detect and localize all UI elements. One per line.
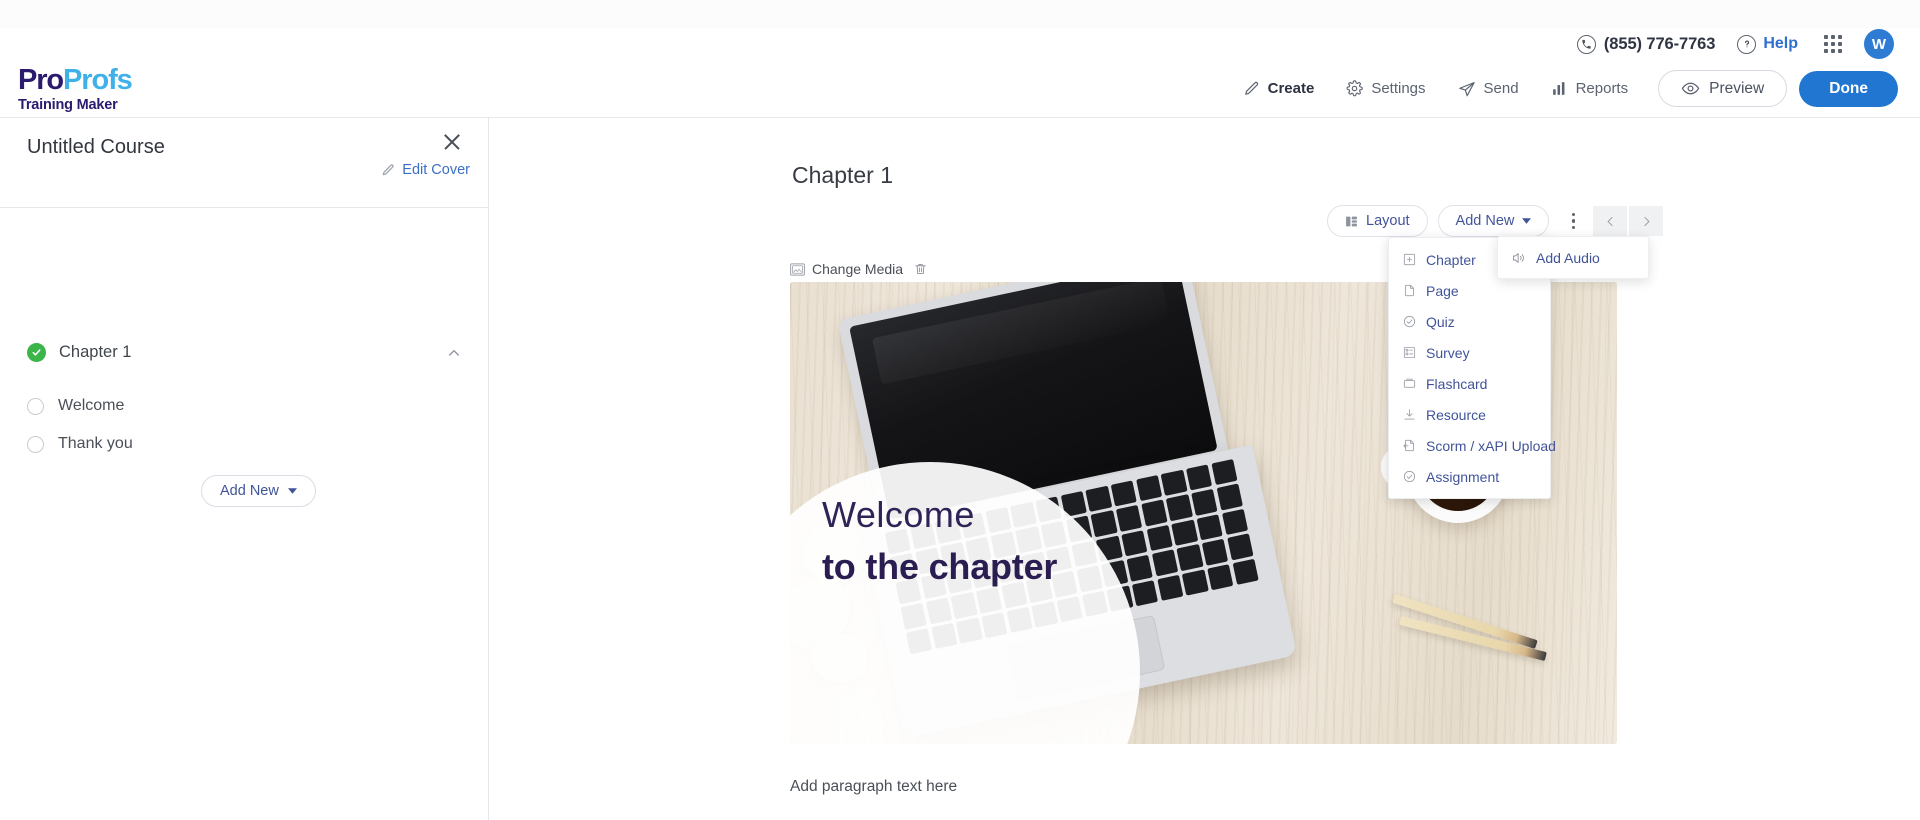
paper-plane-icon	[1458, 80, 1476, 98]
sidebar-item-chapter-1[interactable]: Chapter 1	[0, 343, 489, 362]
cover-headline-line2: to the chapter	[822, 546, 1058, 587]
edit-cover-label: Edit Cover	[402, 162, 470, 178]
pencil-icon	[381, 163, 395, 177]
caret-down-icon	[287, 488, 297, 494]
layout-label: Layout	[1366, 213, 1410, 229]
add-audio-submenu[interactable]: Add Audio	[1497, 236, 1649, 279]
bar-chart-icon	[1551, 80, 1568, 97]
menu-label: Assignment	[1426, 468, 1500, 485]
menu-item-survey[interactable]: Survey	[1389, 337, 1550, 368]
add-box-icon	[1403, 253, 1416, 266]
check-circle-outline-icon	[1403, 470, 1416, 483]
menu-item-flashcard[interactable]: Flashcard	[1389, 368, 1550, 399]
speaker-icon	[1512, 251, 1526, 265]
question-circle-icon	[1737, 34, 1757, 54]
course-sidebar: Untitled Course Edit Cover Chapter 1 Wel…	[0, 118, 489, 820]
nav-label-create: Create	[1267, 80, 1315, 97]
chevron-up-icon[interactable]	[446, 345, 462, 361]
nav-item-reports[interactable]: Reports	[1535, 80, 1645, 97]
cover-headline: Welcome to the chapter	[822, 494, 1057, 588]
change-media-bar: Change Media	[790, 261, 927, 277]
logo-pro: Pro	[18, 64, 64, 96]
sidebar-divider	[0, 207, 489, 208]
nav-item-send[interactable]: Send	[1442, 80, 1535, 98]
cards-icon	[1403, 377, 1416, 390]
sidebar-lesson-label: Welcome	[58, 397, 125, 414]
download-icon	[1403, 408, 1416, 421]
menu-item-quiz[interactable]: Quiz	[1389, 306, 1550, 337]
editor-toolbar: Layout Add New	[1327, 205, 1664, 237]
image-icon	[790, 262, 805, 276]
radio-unchecked-icon	[27, 435, 44, 453]
pencil-icon	[1243, 80, 1260, 97]
sidebar-lesson-label: Thank you	[58, 435, 133, 452]
page-icon	[1403, 284, 1416, 297]
page-title[interactable]: Chapter 1	[792, 162, 893, 189]
help-link[interactable]: Help	[1737, 34, 1798, 54]
file-add-icon	[1403, 439, 1416, 452]
change-media-label[interactable]: Change Media	[812, 261, 903, 277]
add-new-button[interactable]: Add New	[1437, 205, 1550, 237]
preview-button[interactable]: Preview	[1658, 70, 1788, 107]
nav-item-create[interactable]: Create	[1227, 80, 1331, 97]
menu-label: Resource	[1426, 406, 1486, 423]
close-icon[interactable]	[441, 131, 463, 153]
apps-grid-icon[interactable]	[1824, 35, 1842, 53]
sidebar-item-thank-you[interactable]: Thank you	[27, 435, 327, 453]
check-circle-icon	[27, 343, 46, 362]
prev-page-button[interactable]	[1593, 206, 1628, 236]
menu-item-scorm-xapi-upload[interactable]: Scorm / xAPI Upload	[1389, 430, 1556, 461]
menu-item-resource[interactable]: Resource	[1389, 399, 1550, 430]
main-nav: Create Settings Send Reports Preview Don…	[1227, 70, 1898, 107]
cover-headline-line1: Welcome	[822, 494, 975, 535]
trash-icon[interactable]	[914, 262, 927, 276]
nav-label-send: Send	[1483, 80, 1519, 97]
check-circle-outline-icon	[1403, 315, 1416, 328]
gear-icon	[1346, 80, 1364, 97]
menu-label: Page	[1426, 282, 1459, 299]
sidebar-chapter-label: Chapter 1	[59, 343, 132, 361]
preview-label: Preview	[1709, 79, 1765, 97]
phone-icon	[1576, 34, 1596, 54]
top-utility-bar: (855) 776-7763 Help W	[0, 28, 1920, 60]
menu-label: Scorm / xAPI Upload	[1426, 437, 1556, 454]
add-audio-label: Add Audio	[1536, 249, 1600, 266]
survey-list-icon	[1403, 346, 1416, 359]
kebab-menu-icon[interactable]	[1560, 212, 1586, 230]
add-new-label: Add New	[1455, 213, 1515, 229]
sidebar-add-new-button[interactable]: Add New	[201, 475, 316, 507]
menu-label: Flashcard	[1426, 375, 1488, 392]
phone-number: (855) 776-7763	[1603, 34, 1716, 53]
top-strip	[0, 0, 1920, 28]
logo-subtitle: Training Maker	[18, 97, 118, 113]
menu-label: Chapter	[1426, 251, 1476, 268]
caret-down-icon	[1522, 218, 1532, 224]
sidebar-header: Untitled Course Edit Cover	[0, 118, 488, 180]
phone-block[interactable]: (855) 776-7763	[1576, 34, 1716, 54]
radio-unchecked-icon	[27, 397, 44, 415]
layout-button[interactable]: Layout	[1327, 205, 1428, 237]
menu-item-page[interactable]: Page	[1389, 275, 1550, 306]
menu-label: Survey	[1426, 344, 1470, 361]
nav-item-settings[interactable]: Settings	[1330, 80, 1441, 97]
avatar[interactable]: W	[1864, 29, 1894, 59]
logo-profs: Profs	[63, 64, 133, 96]
done-button[interactable]: Done	[1799, 70, 1898, 107]
edit-cover-button[interactable]: Edit Cover	[381, 162, 470, 178]
eye-icon	[1681, 79, 1700, 98]
course-title[interactable]: Untitled Course	[27, 136, 165, 159]
brand-row: ProProfs Training Maker Create Settings …	[0, 60, 1920, 118]
help-label: Help	[1763, 35, 1798, 52]
nav-label-settings: Settings	[1371, 80, 1426, 97]
menu-label: Quiz	[1426, 313, 1455, 330]
layout-icon	[1345, 215, 1358, 228]
paragraph-placeholder[interactable]: Add paragraph text here	[790, 778, 957, 796]
app-logo[interactable]: ProProfs Training Maker	[18, 64, 133, 113]
sidebar-item-welcome[interactable]: Welcome	[27, 397, 327, 415]
menu-item-assignment[interactable]: Assignment	[1389, 461, 1550, 492]
sidebar-add-new-label: Add New	[220, 483, 279, 499]
app-root: (855) 776-7763 Help W ProProfs Training …	[0, 0, 1920, 820]
nav-label-reports: Reports	[1575, 80, 1629, 97]
next-page-button[interactable]	[1629, 206, 1664, 236]
